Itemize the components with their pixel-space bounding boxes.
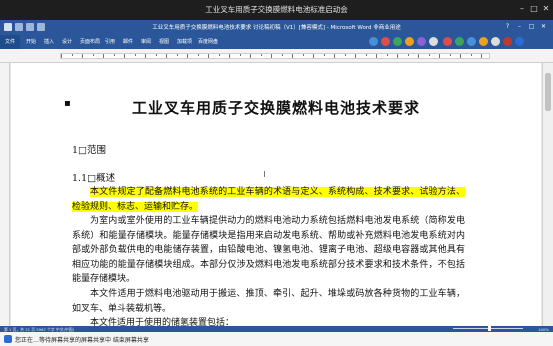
paragraph-system: 为室内或室外使用的工业车辆提供动力的燃料电池动力系统包括燃料电池发电系统（简称发… xyxy=(72,216,465,284)
ruler-tick xyxy=(260,54,262,56)
ruler-tick xyxy=(134,54,136,56)
tab-page-layout[interactable]: 页面布局 xyxy=(80,38,100,45)
ruler-tick xyxy=(481,54,482,58)
ruler-tick xyxy=(439,54,440,58)
ruler-scale xyxy=(60,53,490,59)
cloud-icon[interactable] xyxy=(369,37,378,46)
ribbon-tab-bar: 文件 开始 插入 设计 页面布局 引用 邮件 审阅 视图 加载项 百度网盘 xyxy=(0,35,553,49)
paragraph-applicability: 本文件适用于燃料电池驱动用于搬运、推顶、牵引、起升、堆垛或码放各种货物的工业车辆… xyxy=(72,289,465,314)
bell-icon[interactable] xyxy=(479,37,488,46)
ruler-tick xyxy=(292,54,293,58)
share-icon[interactable] xyxy=(393,37,402,46)
user-icon[interactable] xyxy=(467,37,476,46)
ruler-tick xyxy=(271,54,272,58)
ruler-tick xyxy=(176,54,178,56)
settings-icon[interactable] xyxy=(429,37,438,46)
ruler-tick xyxy=(239,54,241,56)
ruler-tick xyxy=(250,54,251,58)
document-page[interactable]: ▪ 工业叉车用质子交换膜燃料电池技术要求 1□范围 1.1□概述 本文件规定了配… xyxy=(11,63,541,328)
ruler-tick xyxy=(313,54,314,58)
text-cursor xyxy=(264,171,265,177)
ruler-tick xyxy=(166,54,167,58)
screen-share-icon xyxy=(4,335,12,343)
ruler-tick xyxy=(460,54,461,58)
star-icon[interactable] xyxy=(405,37,414,46)
close-icon[interactable]: ✕ xyxy=(540,3,552,15)
ruler-tick xyxy=(323,54,325,56)
ruler-tick xyxy=(82,54,83,58)
word-restore-icon[interactable]: □ xyxy=(526,21,537,33)
scrollbar-thumb[interactable] xyxy=(545,73,551,111)
tab-insert[interactable]: 插入 xyxy=(44,38,54,45)
ruler-tick xyxy=(155,54,157,56)
minimize-icon[interactable]: – xyxy=(516,3,528,15)
ruler-tick xyxy=(187,54,188,58)
ruler-tick xyxy=(397,54,398,58)
tab-baidu-netdisk[interactable]: 百度网盘 xyxy=(198,38,218,45)
document-title: 工业叉车用质子交换膜燃料电池技术要求 xyxy=(131,99,420,117)
section-heading-1-1: 1.1□概述 xyxy=(72,173,116,184)
tab-file[interactable]: 文件 xyxy=(0,35,21,49)
ruler-tick xyxy=(61,54,62,58)
ruler-tick xyxy=(449,54,451,56)
maximize-icon[interactable]: □ xyxy=(528,3,540,15)
screen-share-bar: 您正在…等待屏幕共享的屏幕共享中 结束屏幕共享 xyxy=(0,332,553,346)
tab-references[interactable]: 引用 xyxy=(105,38,115,45)
translate-icon[interactable] xyxy=(417,37,426,46)
screen-share-title-bar: 工业叉车用质子交换膜燃料电池标准启动会 – □ ✕ xyxy=(0,0,553,20)
ruler-tick xyxy=(113,54,115,56)
ruler-tick xyxy=(92,54,94,56)
ruler-tick xyxy=(71,54,73,56)
ruler-tick xyxy=(302,54,304,56)
tab-mailings[interactable]: 邮件 xyxy=(123,38,133,45)
ruler-tick xyxy=(124,54,125,58)
ruler-tick xyxy=(218,54,220,56)
word-title-bar: 工业叉车用质子交换膜燃料电池技术要求 讨论稿初稿（V1）[兼容模式] - Mic… xyxy=(0,20,553,35)
vertical-ruler[interactable] xyxy=(0,63,10,326)
tab-design[interactable]: 设计 xyxy=(62,38,72,45)
more-icon[interactable] xyxy=(491,37,500,46)
ruler-tick xyxy=(418,54,419,58)
word-close-icon[interactable]: ✕ xyxy=(538,21,549,33)
meeting-title: 工业叉车用质子交换膜燃料电池标准启动会 xyxy=(205,5,348,14)
horizontal-ruler[interactable] xyxy=(0,49,553,63)
ruler-tick xyxy=(281,54,283,56)
tab-home[interactable]: 开始 xyxy=(26,38,36,45)
ruler-tick xyxy=(470,54,472,56)
ruler-tick xyxy=(208,54,209,58)
tab-review[interactable]: 审阅 xyxy=(141,38,151,45)
record-icon[interactable] xyxy=(381,37,390,46)
ruler-tick xyxy=(407,54,409,56)
sign-in-icon[interactable] xyxy=(503,37,512,46)
tab-view[interactable]: 视图 xyxy=(159,38,169,45)
tab-add-ins[interactable]: 加载项 xyxy=(177,38,192,45)
screen-share-status[interactable]: 您正在…等待屏幕共享的屏幕共享中 结束屏幕共享 xyxy=(15,335,149,344)
document-window-title: 工业叉车用质子交换膜燃料电池技术要求 讨论稿初稿（V1）[兼容模式] - Mic… xyxy=(152,25,401,31)
chat-icon[interactable] xyxy=(455,37,464,46)
section-heading-1: 1□范围 xyxy=(72,145,107,156)
vertical-scrollbar[interactable] xyxy=(542,63,553,326)
ruler-tick xyxy=(145,54,146,58)
ruler-tick xyxy=(344,54,346,56)
ruler-tick xyxy=(365,54,367,56)
word-window: 工业叉车用质子交换膜燃料电池技术要求 讨论稿初稿（V1）[兼容模式] - Mic… xyxy=(0,20,553,332)
ruler-tick xyxy=(355,54,356,58)
paragraph-scope: 本文件规定了配备燃料电池系统的工业车辆的术语与定义、系统构成、技术要求、试验方法… xyxy=(72,185,465,214)
zoom-slider-knob[interactable] xyxy=(488,326,491,331)
ruler-tick xyxy=(386,54,388,56)
highlighted-text: 本文件规定了配备燃料电池系统的工业车辆的术语与定义、系统构成、技术要求、试验方法… xyxy=(72,187,465,212)
ruler-tick xyxy=(229,54,230,58)
ruler-tick xyxy=(376,54,377,58)
ruler-tick xyxy=(103,54,104,58)
help-icon[interactable]: ? xyxy=(502,21,513,33)
account-icon[interactable] xyxy=(515,37,524,46)
ruler-tick xyxy=(334,54,335,58)
ruler-tick xyxy=(197,54,199,56)
toolbar-icon-group xyxy=(369,37,539,47)
alert-icon[interactable] xyxy=(443,37,452,46)
ruler-tick xyxy=(428,54,430,56)
word-minimize-icon[interactable]: – xyxy=(514,21,525,33)
